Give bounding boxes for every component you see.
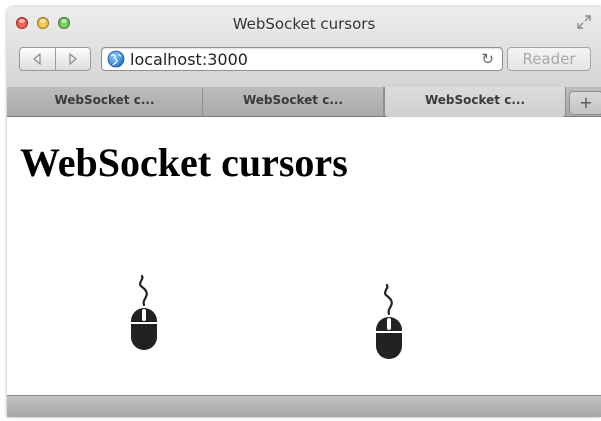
tab-2[interactable]: WebSocket c... — [203, 87, 384, 116]
back-forward-buttons — [19, 47, 91, 71]
browser-window: WebSocket cursors localhost:3000 ↻ Reade… — [7, 7, 601, 417]
window-title: WebSocket cursors — [232, 15, 376, 33]
computer-mouse-icon — [376, 284, 402, 359]
computer-mouse-icon — [131, 275, 157, 350]
fullscreen-icon[interactable] — [577, 15, 591, 29]
address-bar[interactable]: localhost:3000 ↻ — [101, 47, 503, 71]
forward-button[interactable] — [54, 48, 91, 70]
title-bar: WebSocket cursors localhost:3000 ↻ Reade… — [7, 7, 601, 88]
new-tab-button[interactable]: + — [569, 91, 601, 115]
globe-icon — [107, 50, 125, 68]
page-content: WebSocket cursors — [7, 117, 601, 395]
reload-icon[interactable]: ↻ — [481, 50, 494, 68]
forward-arrow-icon — [69, 53, 77, 65]
back-button[interactable] — [20, 48, 55, 70]
reader-button[interactable]: Reader — [507, 47, 591, 71]
status-bar — [7, 395, 601, 417]
tab-bar: WebSocket c... WebSocket c... WebSocket … — [7, 87, 601, 117]
back-arrow-icon — [33, 53, 41, 65]
tab-3-active[interactable]: WebSocket c... — [384, 87, 566, 117]
page-heading: WebSocket cursors — [20, 140, 348, 185]
url-text: localhost:3000 — [130, 50, 248, 69]
tab-1[interactable]: WebSocket c... — [7, 87, 203, 116]
